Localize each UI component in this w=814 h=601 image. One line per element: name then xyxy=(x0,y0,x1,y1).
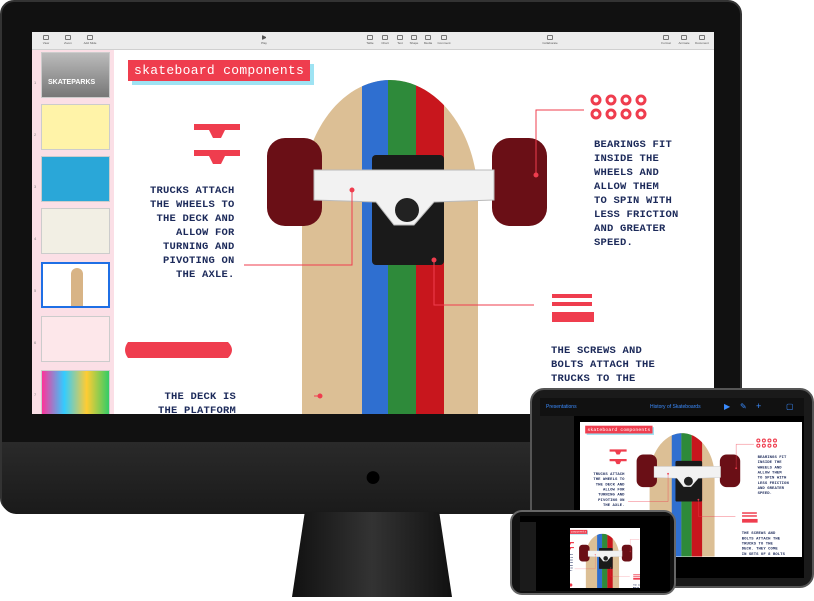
truck-icons xyxy=(570,542,574,550)
add-icon[interactable]: + xyxy=(756,401,761,411)
bearings-text: BEARINGS FIT INSIDE THE WHEELS AND ALLOW… xyxy=(594,139,679,249)
media-icon xyxy=(425,35,431,40)
trucks-text: TRUCKS ATTACH THE WHEELS TO THE DECK AND… xyxy=(150,185,235,281)
document-icon[interactable]: ▢ xyxy=(786,402,794,411)
toolbar: View Zoom Add Slide Play Table Chart Tex… xyxy=(32,32,714,50)
slide-thumbnail[interactable] xyxy=(41,370,110,414)
document-icon xyxy=(699,35,705,40)
deck-icon xyxy=(570,583,573,587)
view-icon xyxy=(43,35,49,40)
format-icon xyxy=(663,35,669,40)
screws-text: THE SCREWS AND BOLTS ATTACH THE TRUCKS T… xyxy=(633,584,640,588)
table-icon xyxy=(367,35,373,40)
bearing-icons xyxy=(590,94,647,120)
bolt-icons xyxy=(552,294,594,322)
slide-thumbnail[interactable]: SKATEPARKS xyxy=(41,52,110,98)
kingpin xyxy=(683,476,693,486)
slide-thumbnail-selected[interactable] xyxy=(41,262,110,308)
skateboard-illustration xyxy=(570,533,640,588)
view-button[interactable]: View xyxy=(36,35,56,45)
slide-canvas[interactable]: skateboard components TRUCKS ATTACH THE … xyxy=(114,50,714,414)
play-button[interactable]: Play xyxy=(254,35,274,45)
slide: skateboard components TRUCKS ATTACH THE … xyxy=(114,50,714,414)
play-icon[interactable]: ▶ xyxy=(724,402,730,411)
iphone: skateboard components xyxy=(510,510,676,595)
wheel-right xyxy=(492,138,547,226)
zoom-button[interactable]: Zoom xyxy=(58,35,78,45)
bolt-icons xyxy=(633,574,640,580)
trucks-text: TRUCKS ATTACH THE WHEELS TO THE DECK AND… xyxy=(570,553,573,572)
text-icon xyxy=(397,35,403,40)
kingpin xyxy=(603,556,608,561)
iphone-slide-canvas[interactable]: skateboard components xyxy=(570,528,640,588)
play-icon xyxy=(262,35,266,40)
slide-thumbnail[interactable] xyxy=(41,156,110,202)
chart-icon xyxy=(382,35,388,40)
apple-logo-icon: ● xyxy=(363,460,383,493)
screws-text: THE SCREWS AND BOLTS ATTACH THE TRUCKS T… xyxy=(741,531,785,557)
slide-thumbnail[interactable] xyxy=(41,208,110,254)
document-button[interactable]: Document xyxy=(692,35,712,45)
add-slide-icon xyxy=(87,35,93,40)
comment-button[interactable]: Comment xyxy=(434,35,454,45)
kingpin xyxy=(395,198,419,222)
deck-text: THE DECK IS THE PLATFORM xyxy=(158,391,237,414)
trucks-text: TRUCKS ATTACH THE WHEELS TO THE DECK AND… xyxy=(593,471,625,508)
slide-thumbnail[interactable] xyxy=(41,316,110,362)
wheel-right xyxy=(621,544,633,562)
document-title: History of Skateboards xyxy=(650,404,701,410)
collaborate-icon xyxy=(547,35,553,40)
slide-thumbnail[interactable] xyxy=(41,104,110,150)
slide-preview: skateboard components xyxy=(570,528,640,588)
slide-navigator[interactable]: 1 SKATEPARKS 2 3 4 5 6 7 xyxy=(32,50,114,414)
truck-icons xyxy=(194,124,240,164)
truck-icons xyxy=(609,449,627,465)
iphone-slide-navigator[interactable] xyxy=(520,522,536,591)
keynote-window: View Zoom Add Slide Play Table Chart Tex… xyxy=(32,32,714,414)
animate-icon xyxy=(681,35,687,40)
bolt-icons xyxy=(742,512,758,523)
bearing-icons xyxy=(756,438,778,448)
animate-button[interactable]: Animate xyxy=(674,35,694,45)
bearings-text: BEARINGS FIT INSIDE THE WHEELS AND ALLOW… xyxy=(757,454,789,496)
comment-icon xyxy=(441,35,447,40)
add-slide-button[interactable]: Add Slide xyxy=(80,35,100,45)
deck-icon xyxy=(125,342,232,358)
presentations-button[interactable]: Presentations xyxy=(546,404,577,410)
shape-icon xyxy=(411,35,417,40)
iphone-screen: skateboard components xyxy=(520,516,670,591)
collaborate-button[interactable]: Collaborate xyxy=(540,35,560,45)
ipad-toolbar: Presentations History of Skateboards ▶ ✎… xyxy=(540,398,804,416)
imac-stand xyxy=(292,512,452,597)
wheel-right xyxy=(719,454,741,488)
format-icon[interactable]: ✎ xyxy=(740,402,747,411)
zoom-icon xyxy=(65,35,71,40)
format-button[interactable]: Format xyxy=(656,35,676,45)
